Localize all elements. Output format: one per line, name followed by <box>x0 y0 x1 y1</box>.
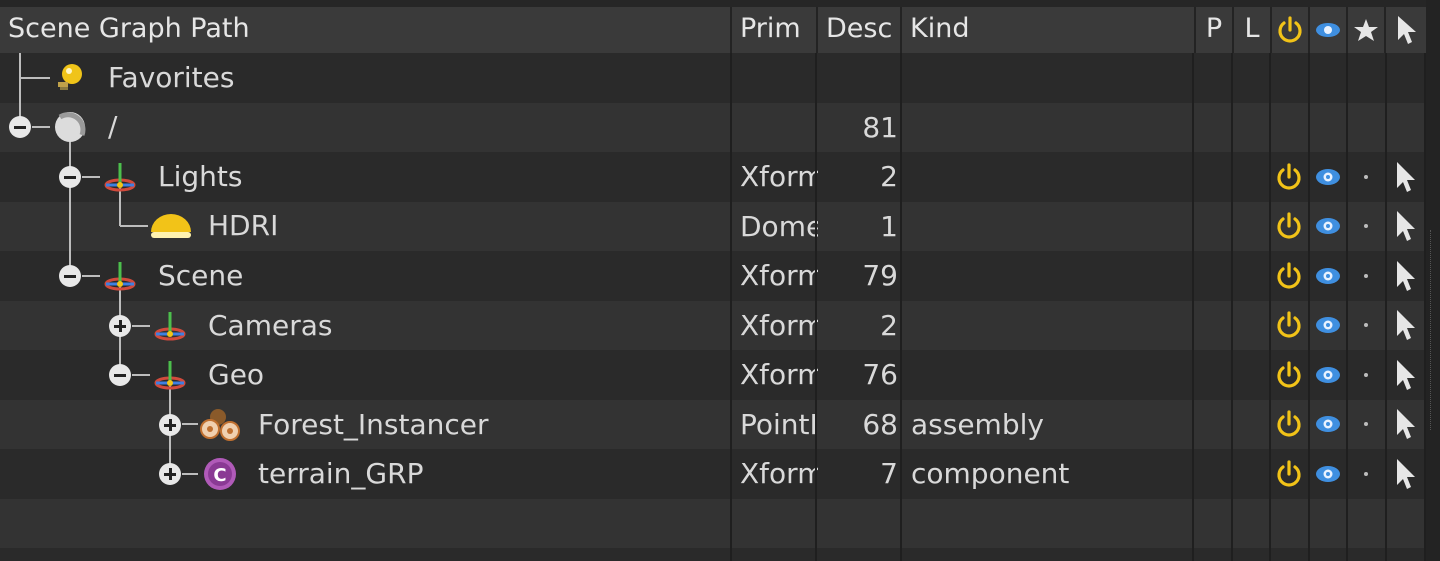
column-header-kind[interactable]: Kind <box>902 7 1196 53</box>
eye-icon <box>1316 416 1340 432</box>
eye-icon <box>1316 218 1340 234</box>
favorite-toggle[interactable] <box>1348 301 1384 350</box>
selectable-toggle[interactable] <box>1387 301 1423 350</box>
active-toggle[interactable] <box>1271 449 1307 498</box>
selectable-toggle[interactable] <box>1387 251 1423 300</box>
column-header-p[interactable]: P <box>1196 7 1234 53</box>
selectable-toggle[interactable] <box>1387 152 1423 201</box>
power-icon <box>1277 360 1301 388</box>
pointer-icon <box>1397 359 1415 390</box>
favorite-toggle[interactable] <box>1348 202 1384 251</box>
active-toggle[interactable] <box>1271 400 1307 449</box>
column-header-desc[interactable]: Desc <box>818 7 902 53</box>
pointer-icon <box>1397 458 1415 489</box>
visibility-toggle[interactable] <box>1310 449 1346 498</box>
dot-icon <box>1364 422 1368 426</box>
column-header-visible[interactable] <box>1310 7 1348 53</box>
active-toggle[interactable] <box>1271 202 1307 251</box>
power-icon <box>1277 162 1301 190</box>
dot-icon <box>1364 372 1368 377</box>
visibility-toggle[interactable] <box>1310 400 1346 449</box>
power-icon <box>1277 410 1301 437</box>
pointer-icon <box>1397 409 1415 439</box>
active-toggle[interactable] <box>1271 350 1307 399</box>
active-toggle[interactable] <box>1271 152 1307 201</box>
visibility-toggle[interactable] <box>1310 202 1346 251</box>
pointer-icon <box>1397 211 1415 241</box>
active-toggle[interactable] <box>1271 301 1307 350</box>
visibility-toggle[interactable] <box>1310 251 1346 300</box>
power-icon <box>1277 459 1301 487</box>
dot-icon <box>1364 174 1368 179</box>
pointer-icon <box>1398 16 1416 44</box>
dot-icon <box>1364 323 1368 327</box>
selectable-toggle[interactable] <box>1387 202 1423 251</box>
column-header-bar: Scene Graph Path Prim Desc Kind P L <box>0 7 1426 55</box>
power-icon <box>1277 212 1301 239</box>
active-toggle[interactable] <box>1271 251 1307 300</box>
visibility-toggle[interactable] <box>1310 350 1346 399</box>
eye-icon <box>1316 465 1340 482</box>
favorite-toggle[interactable] <box>1348 400 1384 449</box>
selectable-toggle[interactable] <box>1387 449 1423 498</box>
pointer-icon <box>1397 260 1415 291</box>
dot-icon <box>1364 471 1368 476</box>
star-icon <box>1354 19 1378 41</box>
favorite-toggle[interactable] <box>1348 152 1384 201</box>
selectable-toggle[interactable] <box>1387 400 1423 449</box>
eye-icon <box>1316 317 1340 333</box>
visibility-toggle[interactable] <box>1310 301 1346 350</box>
scene-graph-tree-panel: Scene Graph Path Prim Desc Kind P L 81 X… <box>0 0 1440 561</box>
power-icon <box>1278 16 1302 43</box>
selectable-toggle[interactable] <box>1387 350 1423 399</box>
resize-grip[interactable] <box>1430 230 1435 430</box>
favorite-toggle[interactable] <box>1348 449 1384 498</box>
column-header-prim[interactable]: Prim <box>732 7 818 53</box>
eye-icon <box>1316 23 1340 37</box>
column-header-active[interactable] <box>1272 7 1310 53</box>
power-icon <box>1277 311 1301 338</box>
dot-icon <box>1364 224 1368 228</box>
column-header-path[interactable]: Scene Graph Path <box>0 7 732 53</box>
eye-icon <box>1316 168 1340 185</box>
column-header-select[interactable] <box>1386 7 1426 53</box>
eye-icon <box>1316 366 1340 383</box>
column-header-favorite[interactable] <box>1348 7 1386 53</box>
column-header-l[interactable]: L <box>1234 7 1272 53</box>
dot-icon <box>1364 273 1368 278</box>
pointer-icon <box>1397 161 1415 192</box>
favorite-toggle[interactable] <box>1348 350 1384 399</box>
flag-columns <box>0 53 1426 561</box>
visibility-toggle[interactable] <box>1310 152 1346 201</box>
eye-icon <box>1316 267 1340 284</box>
panel-right-edge <box>1426 0 1440 561</box>
favorite-toggle[interactable] <box>1348 251 1384 300</box>
pointer-icon <box>1397 310 1415 340</box>
power-icon <box>1277 261 1301 289</box>
